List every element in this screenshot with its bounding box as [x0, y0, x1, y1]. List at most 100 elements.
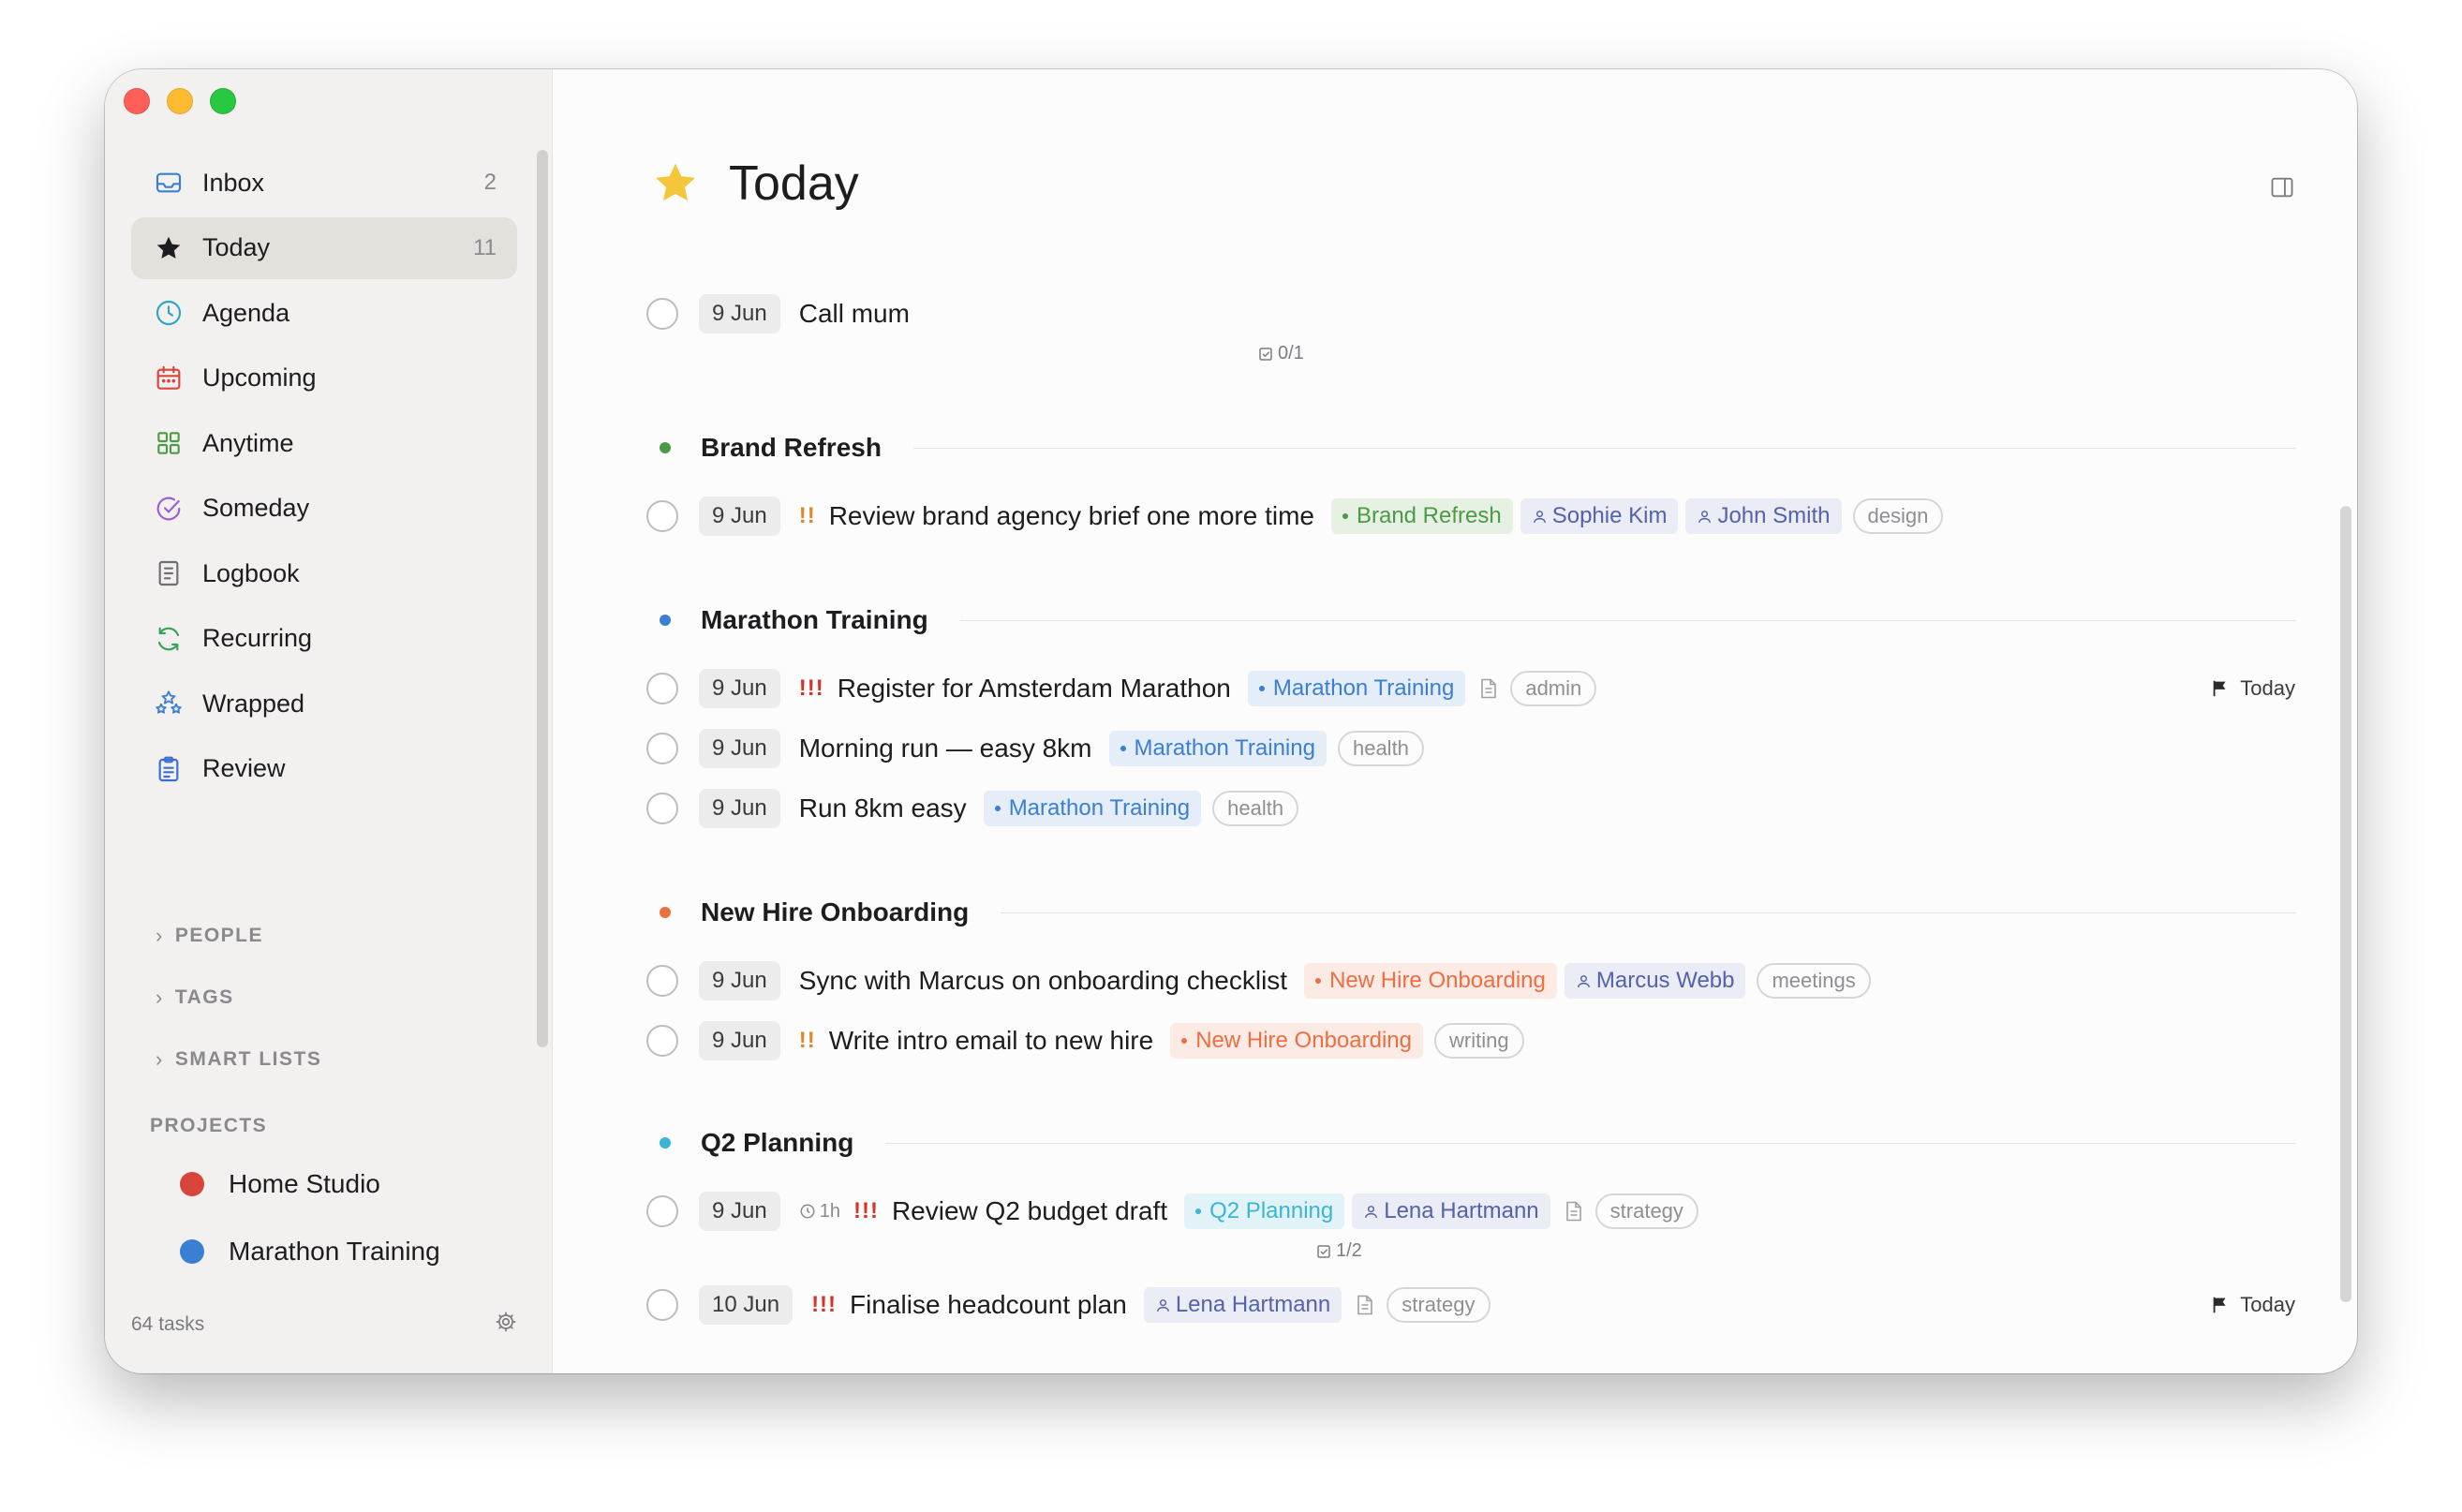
- task-checkbox[interactable]: [646, 1289, 678, 1321]
- person-chip[interactable]: Marcus Webb: [1564, 963, 1746, 999]
- task-title[interactable]: Register for Amsterdam Marathon: [838, 674, 1231, 704]
- minimize-window-button[interactable]: [167, 88, 193, 114]
- task-checkbox[interactable]: [646, 298, 678, 330]
- task-checkbox[interactable]: [646, 793, 678, 824]
- inbox-icon: [152, 166, 185, 200]
- project-chip[interactable]: Marathon Training: [1108, 731, 1327, 766]
- app-window: Inbox 2 Today 11 Agenda Upcoming Anytime…: [105, 69, 2357, 1373]
- task-title[interactable]: Morning run — easy 8km: [799, 734, 1092, 763]
- tag-chip[interactable]: strategy: [1594, 1193, 1698, 1229]
- task-title[interactable]: Call mum: [799, 299, 910, 329]
- section-people[interactable]: › PEOPLE: [156, 924, 263, 948]
- task-checkbox[interactable]: [646, 1195, 678, 1227]
- project-chip[interactable]: Brand Refresh: [1330, 498, 1513, 534]
- sidebar-item-inbox[interactable]: Inbox 2: [131, 152, 517, 214]
- group-header-brand-refresh: Brand Refresh: [660, 433, 2295, 463]
- sidebar-item-label: Someday: [202, 494, 310, 522]
- checklist-count: 0/1: [1278, 343, 1304, 363]
- sidebar-item-someday[interactable]: Someday: [131, 478, 517, 540]
- project-chip[interactable]: Q2 Planning: [1184, 1193, 1345, 1229]
- checklist-count: 1/2: [1336, 1240, 1362, 1261]
- task-date: 9 Jun: [699, 497, 780, 536]
- group-color-dot: [660, 615, 671, 626]
- someday-icon: [152, 492, 185, 526]
- task-title[interactable]: Finalise headcount plan: [850, 1290, 1127, 1320]
- project-chip[interactable]: New Hire Onboarding: [1170, 1023, 1423, 1059]
- section-tags[interactable]: › TAGS: [156, 986, 234, 1010]
- sidebar-item-label: Anytime: [202, 428, 294, 457]
- task-checkbox[interactable]: [646, 965, 678, 997]
- task-checkbox[interactable]: [646, 733, 678, 764]
- sidebar-nav: Inbox 2 Today 11 Agenda Upcoming Anytime…: [131, 152, 517, 803]
- tag-chip[interactable]: meetings: [1757, 963, 1871, 999]
- project-name: Marathon Training: [229, 1237, 440, 1266]
- sidebar-item-label: Wrapped: [202, 689, 305, 718]
- project-marathon-training[interactable]: Marathon Training: [180, 1237, 440, 1267]
- project-chip[interactable]: Marathon Training: [1247, 671, 1466, 706]
- tag-chip[interactable]: strategy: [1387, 1287, 1491, 1323]
- task-row[interactable]: 9 Jun Call mum: [646, 294, 2295, 334]
- sidebar-item-logbook[interactable]: Logbook: [131, 542, 517, 604]
- task-checkbox[interactable]: [646, 1025, 678, 1057]
- group-name: Marathon Training: [701, 605, 928, 634]
- sidebar-item-review[interactable]: Review: [131, 738, 517, 800]
- section-smart-lists[interactable]: › SMART LISTS: [156, 1047, 321, 1072]
- sidebar-item-recurring[interactable]: Recurring: [131, 608, 517, 670]
- note-icon: [1355, 1294, 1375, 1316]
- sidebar-item-agenda[interactable]: Agenda: [131, 282, 517, 344]
- project-chip[interactable]: Marathon Training: [983, 791, 1202, 826]
- task-title[interactable]: Write intro email to new hire: [829, 1026, 1154, 1056]
- priority-indicator: !!: [798, 1028, 816, 1053]
- tag-chip[interactable]: writing: [1433, 1023, 1524, 1059]
- task-row[interactable]: 10 Jun !!! Finalise headcount plan Lena …: [646, 1285, 2295, 1325]
- sidebar-item-upcoming[interactable]: Upcoming: [131, 348, 517, 409]
- task-row[interactable]: 9 Jun !! Write intro email to new hire N…: [646, 1021, 2295, 1060]
- task-title[interactable]: Sync with Marcus on onboarding checklist: [799, 966, 1287, 996]
- project-chip[interactable]: New Hire Onboarding: [1304, 963, 1557, 999]
- sidebar-item-anytime[interactable]: Anytime: [131, 412, 517, 474]
- priority-indicator: !!!: [798, 675, 824, 701]
- person-chip[interactable]: Lena Hartmann: [1143, 1287, 1342, 1323]
- person-icon: [1533, 510, 1546, 523]
- close-window-button[interactable]: [124, 88, 150, 114]
- group-color-dot: [660, 907, 671, 918]
- person-chip[interactable]: Sophie Kim: [1520, 498, 1679, 534]
- person-chip[interactable]: Lena Hartmann: [1352, 1193, 1550, 1229]
- person-icon: [1578, 974, 1590, 987]
- sidebar-item-wrapped[interactable]: Wrapped: [131, 673, 517, 734]
- task-title[interactable]: Review Q2 budget draft: [892, 1196, 1167, 1226]
- person-icon: [1698, 510, 1712, 523]
- task-checkbox[interactable]: [646, 500, 678, 532]
- main-scrollbar[interactable]: [2340, 506, 2351, 1302]
- sidebar-footer: 64 tasks: [131, 1310, 518, 1340]
- sidebar-item-today[interactable]: Today 11: [131, 216, 517, 279]
- task-checkbox[interactable]: [646, 673, 678, 704]
- note-icon: [1564, 1200, 1584, 1223]
- tag-chip[interactable]: admin: [1510, 671, 1597, 706]
- task-row[interactable]: 9 Jun Sync with Marcus on onboarding che…: [646, 961, 2295, 1001]
- task-row[interactable]: 9 Jun 1h !!! Review Q2 budget draft Q2 P…: [646, 1192, 2295, 1231]
- star-icon: [650, 158, 701, 209]
- task-title[interactable]: Review brand agency brief one more time: [829, 501, 1314, 531]
- person-chip[interactable]: John Smith: [1685, 498, 1842, 534]
- task-row[interactable]: 9 Jun Morning run — easy 8km Marathon Tr…: [646, 729, 2295, 768]
- task-row[interactable]: 9 Jun Run 8km easy Marathon Training hea…: [646, 789, 2295, 828]
- group-header-new-hire-onboarding: New Hire Onboarding: [660, 897, 2295, 927]
- project-home-studio[interactable]: Home Studio: [180, 1169, 380, 1199]
- gear-icon[interactable]: [494, 1310, 518, 1340]
- tag-chip[interactable]: design: [1852, 498, 1944, 534]
- main-content: Today 9 Jun Call mum 0/1 Brand Refresh 9…: [553, 69, 2357, 1373]
- task-row[interactable]: 9 Jun !! Review brand agency brief one m…: [646, 497, 2295, 536]
- zoom-window-button[interactable]: [210, 88, 236, 114]
- sidebar-toggle-icon[interactable]: [2269, 174, 2295, 200]
- sidebar-scrollbar[interactable]: [537, 150, 548, 1047]
- task-title[interactable]: Run 8km easy: [799, 793, 967, 823]
- tag-chip[interactable]: health: [1337, 731, 1424, 766]
- chevron-right-icon: ›: [156, 924, 164, 947]
- duration: 1h: [799, 1201, 840, 1223]
- project-color-dot: [180, 1239, 204, 1264]
- sidebar-item-label: Today: [202, 233, 271, 261]
- task-row[interactable]: 9 Jun !!! Register for Amsterdam Maratho…: [646, 669, 2295, 708]
- tag-chip[interactable]: health: [1212, 791, 1299, 826]
- deadline: Today: [2210, 676, 2295, 701]
